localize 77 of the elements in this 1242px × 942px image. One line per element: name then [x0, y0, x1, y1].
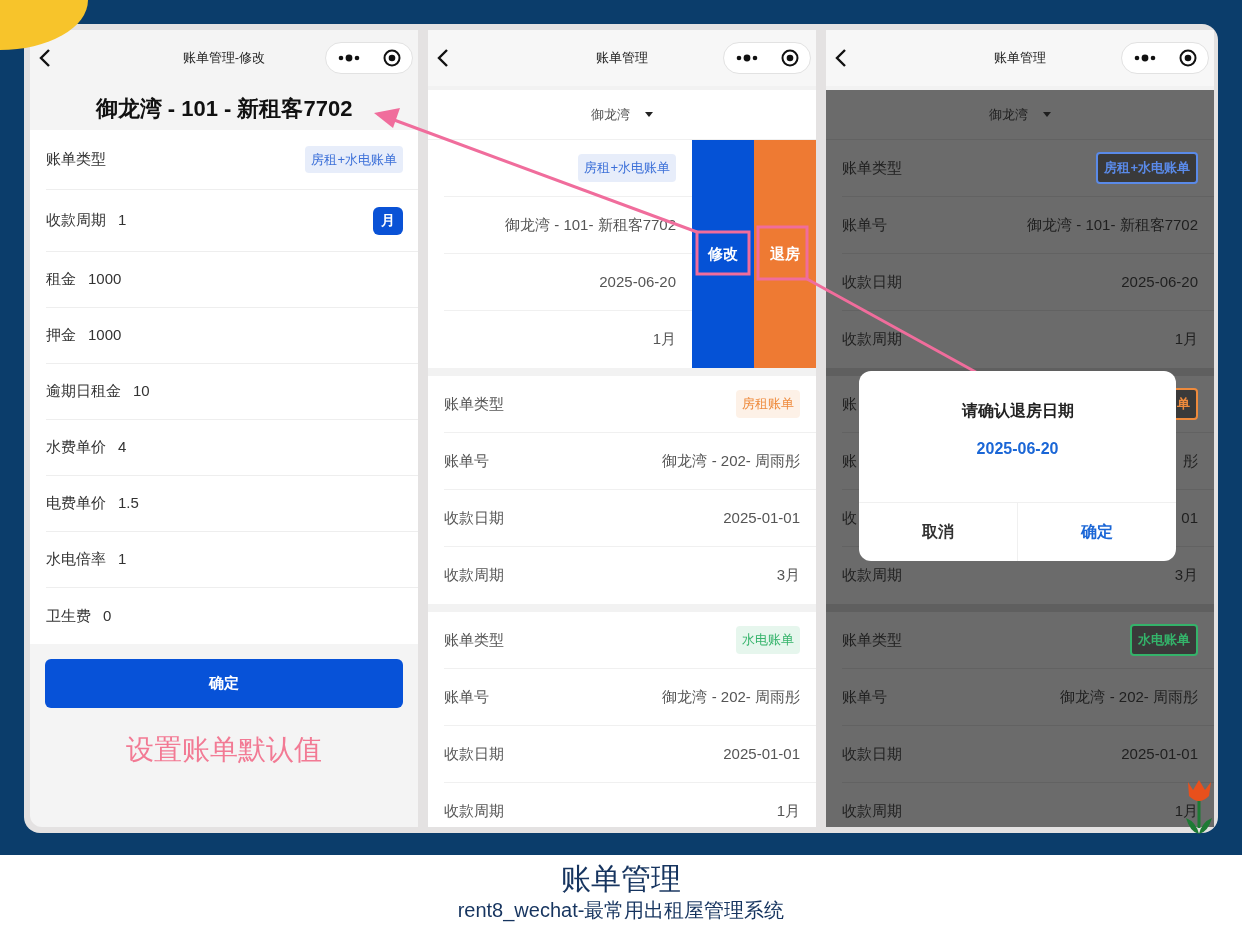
row-label: 收款日期 — [842, 743, 902, 764]
row-label: 账 — [842, 393, 857, 414]
page-title: 账单管理-修改 — [182, 49, 266, 68]
field-label: 账单类型 — [46, 149, 106, 170]
row-value: 3月 — [1174, 565, 1198, 586]
input-field[interactable]: 0 — [103, 604, 112, 628]
page-title: 账单管理 — [596, 49, 648, 68]
row-label: 账单号 — [842, 214, 887, 235]
bill-type-tag: 房租账单 — [736, 390, 800, 418]
field-label: 押金 — [46, 325, 76, 346]
row-value: 1月 — [776, 801, 800, 822]
row-label: 账单类型 — [444, 629, 504, 650]
row-value: 2025-01-01 — [1121, 743, 1198, 764]
dialog-title: 请确认退房日期 — [961, 402, 1074, 419]
filter-dropdown[interactable]: 御龙湾 — [428, 90, 816, 140]
edit-button[interactable]: 修改 — [692, 140, 754, 368]
field-label: 收款周期 — [46, 210, 106, 231]
row-value: 2025-01-01 — [723, 743, 800, 764]
caption-title: 账单管理 — [561, 861, 681, 897]
input-field[interactable]: 4 — [118, 436, 127, 459]
row-label: 账 — [842, 450, 857, 471]
bill-type-tag: 水电账单 — [736, 626, 800, 654]
row-label: 收款周期 — [842, 329, 902, 350]
bill-type-tag: 房租+水电账单 — [578, 154, 676, 182]
checkout-date: 2025-06-20 — [976, 440, 1059, 457]
caption-subtitle: rent8_wechat-最常用出租屋管理系统 — [457, 898, 785, 923]
row-value: 2025-01-01 — [723, 507, 800, 528]
input-field[interactable]: 1 — [118, 548, 127, 571]
filter-label: 御龙湾 — [988, 105, 1028, 124]
input-field[interactable]: 10 — [133, 380, 150, 403]
input-field[interactable]: 1000 — [88, 268, 122, 291]
field-label: 电费单价 — [46, 493, 106, 514]
input-field[interactable]: 1.5 — [118, 492, 139, 515]
field-label: 逾期日租金 — [46, 381, 121, 402]
row-label: 账单类型 — [842, 629, 902, 650]
input-field[interactable]: 1000 — [88, 324, 122, 347]
row-value: 01 — [1181, 507, 1198, 528]
row-label: 账单号 — [444, 686, 489, 707]
cancel-button[interactable]: 取消 — [859, 503, 1018, 561]
field-label: 卫生费 — [46, 605, 91, 626]
field-label: 租金 — [46, 269, 76, 290]
row-value: 2025-06-20 — [1121, 271, 1198, 292]
annotation-text: 设置账单默认值 — [126, 733, 322, 767]
row-value: 1月 — [1174, 329, 1198, 350]
bill-type-tag: 房租+水电账单 — [1096, 152, 1198, 184]
row-value: 2025-06-20 — [599, 271, 676, 292]
confirm-button[interactable]: 确定 — [1018, 503, 1176, 561]
row-value: 御龙湾 - 202- 周雨彤 — [662, 686, 800, 707]
row-label: 收 — [842, 507, 857, 528]
row-label: 账单号 — [444, 450, 489, 471]
row-label: 账单号 — [842, 686, 887, 707]
row-value: 御龙湾 - 202- 周雨彤 — [662, 450, 800, 471]
filter-label: 御龙湾 — [590, 105, 630, 124]
row-label: 收款日期 — [444, 743, 504, 764]
row-label: 收款周期 — [842, 565, 902, 586]
row-value: 御龙湾 - 202- 周雨彤 — [1060, 686, 1198, 707]
row-label: 收款日期 — [842, 271, 902, 292]
field-label: 水电倍率 — [46, 549, 106, 570]
row-label: 收款周期 — [444, 801, 504, 822]
row-value: 御龙湾 - 101- 新租客7702 — [1027, 214, 1198, 235]
row-label: 收款周期 — [842, 801, 902, 822]
bill-heading: 御龙湾 - 101 - 新租客7702 — [95, 94, 353, 123]
row-value: 1月 — [1174, 801, 1198, 822]
unit-button[interactable]: 月 — [373, 206, 403, 235]
row-label: 收款周期 — [444, 565, 504, 586]
row-label: 收款日期 — [444, 507, 504, 528]
row-label: 账单类型 — [842, 157, 902, 178]
row-label: 账单类型 — [444, 393, 504, 414]
row-value: 彤 — [1183, 450, 1198, 471]
page-title: 账单管理 — [994, 49, 1046, 68]
row-value: 1月 — [652, 329, 676, 350]
bill-type-tag: 房租+水电账单 — [305, 145, 403, 174]
row-value: 3月 — [776, 565, 800, 586]
input-field[interactable]: 1 — [118, 209, 127, 232]
confirm-button[interactable]: 确定 — [45, 659, 403, 708]
bill-type-tag: 水电账单 — [1130, 624, 1198, 656]
field-label: 水费单价 — [46, 437, 106, 458]
